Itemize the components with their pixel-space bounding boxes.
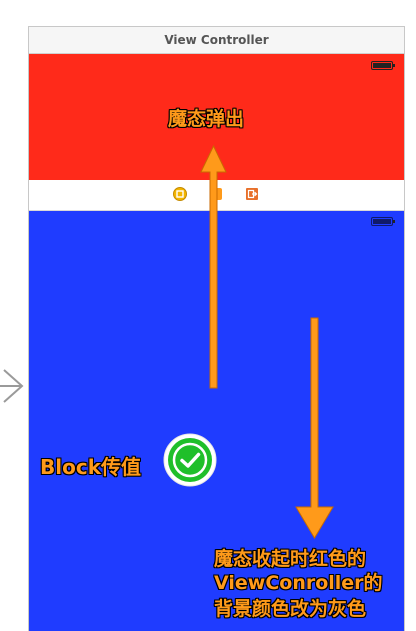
entry-arrow-icon [0, 369, 24, 403]
check-circle-icon [163, 433, 217, 487]
dismiss-label-line2: ViewConroller的 [214, 572, 383, 594]
view-controller-icon[interactable] [173, 187, 187, 201]
block-pass-label: Block传值 [40, 455, 141, 479]
scene-dock [29, 180, 404, 211]
battery-icon [371, 61, 395, 70]
exit-icon[interactable] [245, 187, 259, 201]
dismiss-label-line1: 魔态收起时红色的 [214, 548, 367, 570]
modal-present-label: 魔态弹出 [168, 108, 245, 130]
battery-icon [371, 217, 395, 226]
dismiss-label-line3: 背景颜色改为灰色 [214, 598, 367, 620]
scene-title: View Controller [29, 27, 404, 54]
first-responder-icon[interactable] [209, 187, 223, 201]
